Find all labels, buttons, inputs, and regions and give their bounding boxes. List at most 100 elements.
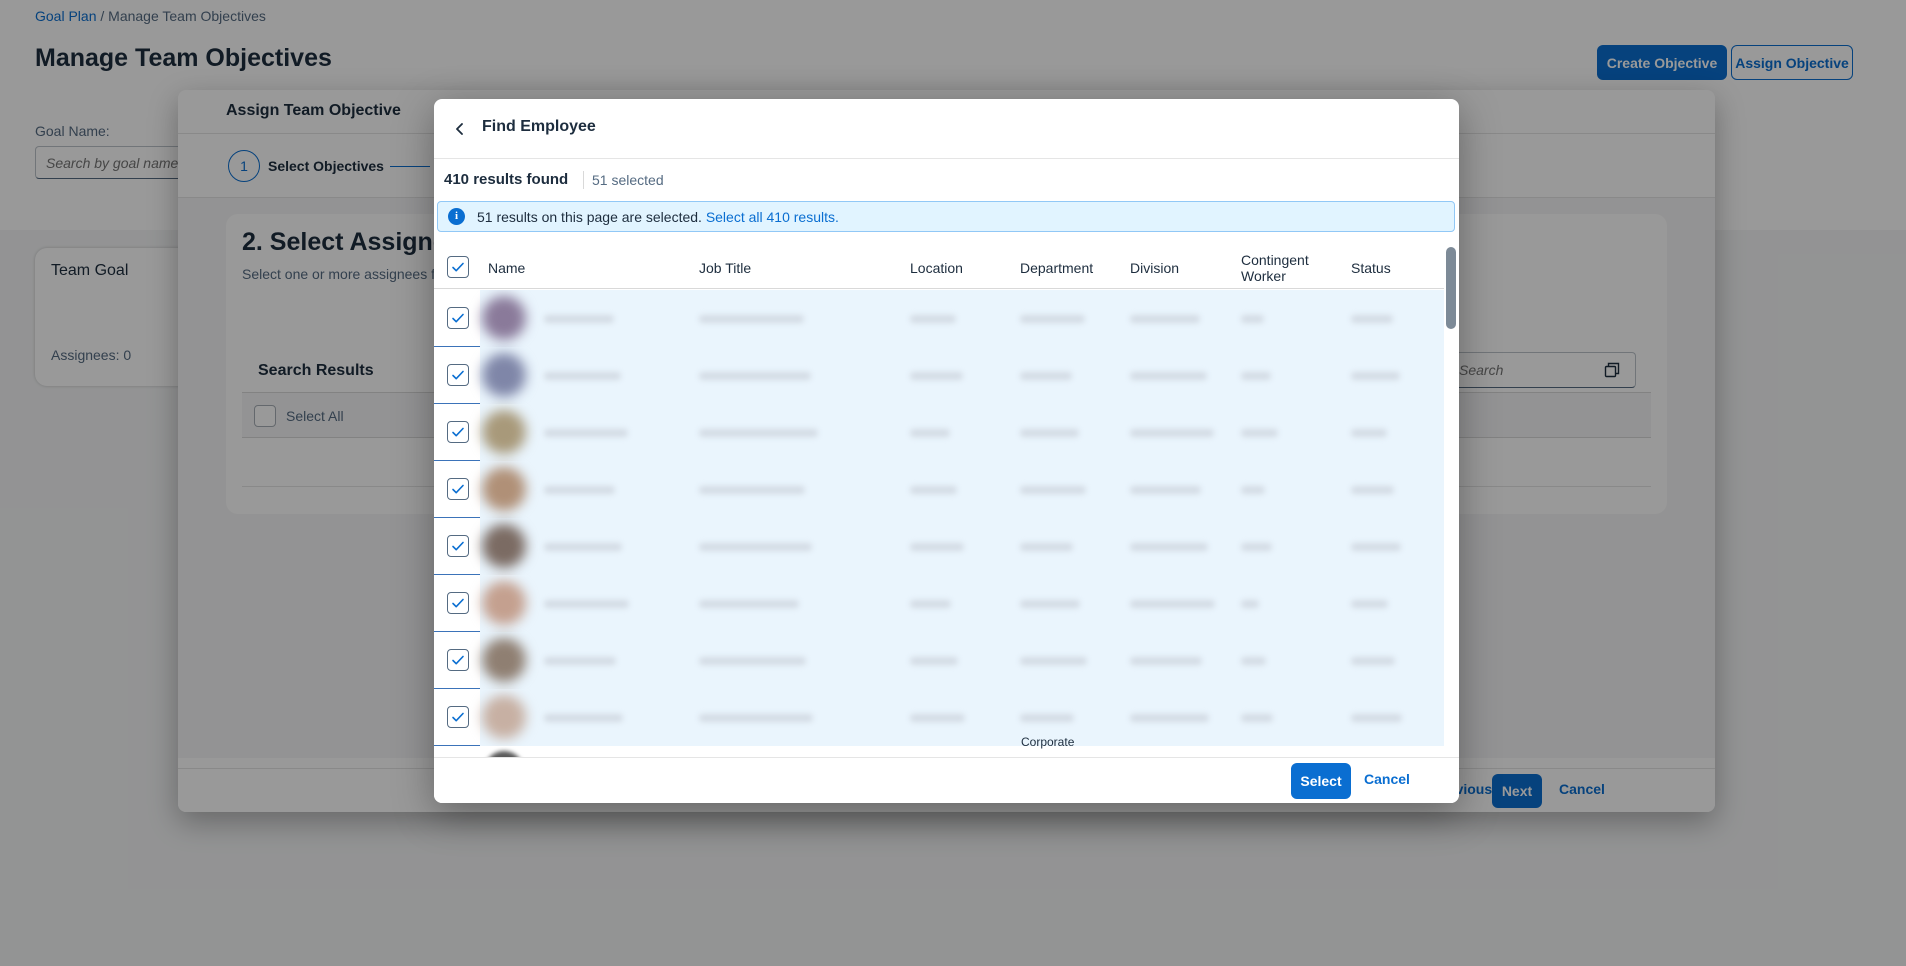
table-row[interactable] bbox=[434, 575, 1444, 632]
selection-info-strip: i 51 results on this page are selected. … bbox=[437, 201, 1455, 232]
redacted-cell bbox=[1020, 486, 1086, 494]
redacted-cell bbox=[1020, 657, 1087, 665]
row-checkbox[interactable] bbox=[447, 592, 469, 614]
redacted-cell bbox=[699, 315, 804, 323]
redacted-cell bbox=[1020, 543, 1073, 551]
redacted-cell bbox=[1130, 372, 1207, 380]
redacted-cell bbox=[544, 486, 615, 494]
column-contingent-worker[interactable]: Contingent Worker bbox=[1241, 252, 1321, 284]
column-job-title[interactable]: Job Title bbox=[699, 260, 751, 276]
column-status[interactable]: Status bbox=[1351, 260, 1391, 276]
avatar bbox=[482, 296, 526, 340]
redacted-cell bbox=[910, 486, 957, 494]
find-employee-dialog: Find Employee 410 results found 51 selec… bbox=[434, 99, 1459, 803]
redacted-cell bbox=[910, 429, 950, 437]
redacted-cell bbox=[1130, 543, 1208, 551]
row-checkbox[interactable] bbox=[447, 307, 469, 329]
back-button[interactable] bbox=[448, 117, 472, 141]
table-row[interactable] bbox=[434, 518, 1444, 575]
redacted-cell bbox=[699, 714, 813, 722]
avatar bbox=[482, 638, 526, 682]
redacted-cell bbox=[1351, 486, 1394, 494]
avatar bbox=[482, 410, 526, 454]
redacted-cell bbox=[544, 600, 629, 608]
redacted-cell bbox=[699, 372, 811, 380]
checkmark-icon bbox=[452, 370, 464, 380]
checkmark-icon bbox=[452, 427, 464, 437]
redacted-cell bbox=[1241, 486, 1265, 494]
select-button[interactable]: Select bbox=[1291, 763, 1351, 799]
redacted-cell bbox=[1351, 429, 1387, 437]
redacted-cell bbox=[544, 543, 622, 551]
row-checkbox[interactable] bbox=[447, 421, 469, 443]
column-location[interactable]: Location bbox=[910, 260, 963, 276]
table-row[interactable] bbox=[434, 461, 1444, 518]
redacted-cell bbox=[699, 600, 799, 608]
redacted-cell bbox=[544, 315, 614, 323]
redacted-cell bbox=[1241, 657, 1266, 665]
redacted-cell bbox=[1130, 315, 1200, 323]
employee-table-header: Name Job Title Location Department Divis… bbox=[434, 245, 1444, 289]
checkmark-icon bbox=[452, 598, 464, 608]
table-row[interactable] bbox=[434, 290, 1444, 347]
redacted-cell bbox=[1130, 429, 1214, 437]
redacted-cell bbox=[544, 429, 628, 437]
checkmark-icon bbox=[452, 541, 464, 551]
redacted-cell bbox=[1241, 372, 1271, 380]
row-checkbox[interactable] bbox=[447, 649, 469, 671]
column-department[interactable]: Department bbox=[1020, 260, 1093, 276]
redacted-cell bbox=[1351, 714, 1402, 722]
redacted-cell bbox=[910, 315, 956, 323]
selection-info-message: 51 results on this page are selected. bbox=[477, 209, 702, 225]
redacted-cell bbox=[1351, 657, 1395, 665]
find-employee-footer: Select Cancel bbox=[434, 757, 1459, 803]
chevron-left-icon bbox=[456, 123, 463, 135]
redacted-cell bbox=[910, 600, 951, 608]
row-selection-highlight bbox=[480, 632, 1444, 689]
cancel-button[interactable]: Cancel bbox=[1364, 771, 1410, 787]
checkmark-icon bbox=[452, 484, 464, 494]
row-checkbox[interactable] bbox=[447, 706, 469, 728]
table-row[interactable] bbox=[434, 632, 1444, 689]
redacted-cell bbox=[544, 714, 623, 722]
row-checkbox[interactable] bbox=[447, 535, 469, 557]
redacted-cell bbox=[1020, 429, 1079, 437]
row-checkbox[interactable] bbox=[447, 364, 469, 386]
redacted-cell bbox=[1241, 315, 1264, 323]
checkmark-icon bbox=[452, 313, 464, 323]
redacted-cell bbox=[1130, 600, 1215, 608]
redacted-cell bbox=[699, 543, 812, 551]
column-name[interactable]: Name bbox=[488, 260, 525, 276]
find-employee-header: Find Employee bbox=[434, 99, 1459, 159]
avatar bbox=[482, 467, 526, 511]
table-row[interactable] bbox=[434, 347, 1444, 404]
avatar bbox=[482, 581, 526, 625]
avatar bbox=[482, 695, 526, 739]
redacted-cell bbox=[1020, 315, 1085, 323]
redacted-cell bbox=[1130, 714, 1209, 722]
redacted-cell bbox=[1351, 600, 1388, 608]
avatar bbox=[482, 524, 526, 568]
find-employee-title: Find Employee bbox=[482, 118, 596, 135]
redacted-cell bbox=[910, 543, 964, 551]
redacted-cell bbox=[1351, 372, 1400, 380]
table-scrollbar-thumb[interactable] bbox=[1446, 247, 1456, 329]
redacted-cell bbox=[544, 372, 621, 380]
redacted-cell bbox=[1351, 315, 1393, 323]
redacted-cell bbox=[1351, 543, 1401, 551]
redacted-cell bbox=[699, 486, 805, 494]
results-count: 410 results found bbox=[444, 171, 569, 188]
select-all-results-link[interactable]: Select all 410 results. bbox=[706, 209, 839, 225]
table-row[interactable] bbox=[434, 404, 1444, 461]
checkmark-icon bbox=[452, 655, 464, 665]
employee-table-body bbox=[434, 290, 1444, 746]
row-checkbox[interactable] bbox=[447, 478, 469, 500]
redacted-cell bbox=[1020, 600, 1080, 608]
table-row[interactable] bbox=[434, 689, 1444, 746]
redacted-cell bbox=[1020, 372, 1072, 380]
header-select-all-checkbox[interactable] bbox=[447, 256, 469, 278]
redacted-cell bbox=[910, 372, 963, 380]
redacted-cell bbox=[699, 429, 818, 437]
redacted-cell bbox=[910, 657, 958, 665]
column-division[interactable]: Division bbox=[1130, 260, 1179, 276]
